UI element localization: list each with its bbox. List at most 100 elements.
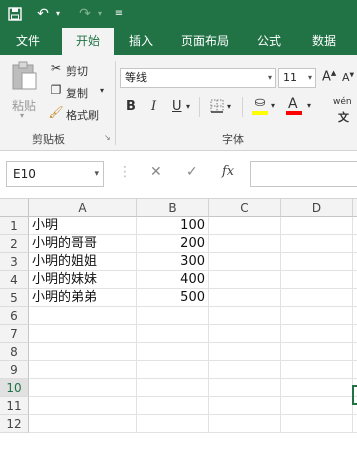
insert-function-button[interactable]: fx	[222, 164, 234, 179]
row-header[interactable]: 9	[0, 361, 29, 379]
cell-e[interactable]	[353, 361, 357, 379]
cell-e[interactable]	[353, 289, 357, 307]
cell-c[interactable]	[209, 415, 281, 433]
clipboard-launcher-icon[interactable]: ↘	[104, 133, 111, 142]
column-header-d[interactable]: D	[281, 199, 353, 217]
cell-a[interactable]	[29, 361, 137, 379]
cell-c[interactable]	[209, 235, 281, 253]
redo-icon[interactable]: ↷	[76, 3, 94, 25]
cell-c[interactable]	[209, 217, 281, 235]
cell-d[interactable]	[281, 307, 353, 325]
select-all-button[interactable]	[0, 199, 29, 217]
cancel-button[interactable]: ✕	[150, 164, 162, 180]
cell-d[interactable]	[281, 343, 353, 361]
column-header-b[interactable]: B	[137, 199, 209, 217]
tab-home[interactable]: 开始	[62, 28, 114, 55]
cell-e[interactable]	[353, 307, 357, 325]
cell-b[interactable]: 300	[137, 253, 209, 271]
cell-c[interactable]	[209, 271, 281, 289]
cell-a[interactable]: 小明	[29, 217, 137, 235]
formula-input[interactable]	[250, 161, 357, 187]
cell-b[interactable]: 100	[137, 217, 209, 235]
tab-page-layout[interactable]: 页面布局	[172, 28, 238, 55]
cell-d[interactable]	[281, 217, 353, 235]
column-header-c[interactable]: C	[209, 199, 281, 217]
cell-e[interactable]	[353, 253, 357, 271]
cell-b[interactable]	[137, 361, 209, 379]
cell-d[interactable]	[281, 415, 353, 433]
cell-d[interactable]	[281, 325, 353, 343]
cell-e[interactable]	[353, 325, 357, 343]
underline-button[interactable]: U	[172, 99, 182, 114]
cell-d[interactable]	[281, 361, 353, 379]
row-header[interactable]: 6	[0, 307, 29, 325]
tab-formulas[interactable]: 公式	[246, 28, 292, 55]
undo-icon[interactable]: ↶	[34, 3, 52, 25]
cell-e[interactable]	[353, 343, 357, 361]
customize-icon[interactable]: ≡	[112, 3, 126, 25]
cell-a[interactable]	[29, 379, 137, 397]
cell-b[interactable]	[137, 343, 209, 361]
cell-c[interactable]	[209, 325, 281, 343]
redo-dropdown-icon[interactable]: ▾	[95, 3, 105, 25]
row-header[interactable]: 10	[0, 379, 29, 397]
cell-c[interactable]	[209, 343, 281, 361]
cell-c[interactable]	[209, 253, 281, 271]
cell-b[interactable]	[137, 397, 209, 415]
row-header[interactable]: 4	[0, 271, 29, 289]
tab-file[interactable]: 文件	[4, 28, 52, 55]
cell-c[interactable]	[209, 379, 281, 397]
row-header[interactable]: 1	[0, 217, 29, 235]
cell-e[interactable]	[353, 217, 357, 235]
italic-button[interactable]: I	[151, 99, 156, 114]
cell-a[interactable]	[29, 397, 137, 415]
cell-a[interactable]: 小明的哥哥	[29, 235, 137, 253]
row-header[interactable]: 5	[0, 289, 29, 307]
name-box[interactable]: E10 ▾	[6, 161, 104, 187]
font-size-select[interactable]: 11 ▾	[278, 68, 316, 88]
cell-b[interactable]	[137, 379, 209, 397]
cell-c[interactable]	[209, 397, 281, 415]
cut-button[interactable]: ✂ 剪切	[48, 61, 98, 79]
copy-button[interactable]: ❐ 复制 ▾	[48, 83, 110, 101]
enter-button[interactable]: ✓	[186, 164, 198, 180]
column-header-a[interactable]: A	[29, 199, 137, 217]
row-header[interactable]: 12	[0, 415, 29, 433]
row-header[interactable]: 8	[0, 343, 29, 361]
cell-b[interactable]: 200	[137, 235, 209, 253]
cell-b[interactable]: 400	[137, 271, 209, 289]
row-header[interactable]: 7	[0, 325, 29, 343]
row-header[interactable]: 11	[0, 397, 29, 415]
cell-a[interactable]	[29, 415, 137, 433]
cell-e[interactable]	[353, 235, 357, 253]
cell-c[interactable]	[209, 361, 281, 379]
tab-insert[interactable]: 插入	[118, 28, 164, 55]
cell-a[interactable]	[29, 343, 137, 361]
cell-b[interactable]: 500	[137, 289, 209, 307]
row-header[interactable]: 2	[0, 235, 29, 253]
cell-b[interactable]	[137, 307, 209, 325]
cell-e[interactable]	[353, 271, 357, 289]
font-name-select[interactable]: 等线 ▾	[120, 68, 276, 88]
cell-b[interactable]	[137, 325, 209, 343]
cell-d[interactable]	[281, 379, 353, 397]
format-painter-button[interactable]: 🖌 格式刷	[48, 105, 108, 123]
cell-d[interactable]	[281, 271, 353, 289]
cell-a[interactable]	[29, 307, 137, 325]
cell-a[interactable]	[29, 325, 137, 343]
borders-button[interactable]: ▾	[210, 99, 236, 115]
cell-d[interactable]	[281, 397, 353, 415]
tab-data[interactable]: 数据	[298, 28, 350, 55]
cell-b[interactable]	[137, 415, 209, 433]
font-color-button[interactable]: A ▾	[286, 95, 316, 117]
cell-a[interactable]: 小明的姐姐	[29, 253, 137, 271]
bold-button[interactable]: B	[126, 99, 136, 114]
cell-d[interactable]	[281, 253, 353, 271]
undo-dropdown-icon[interactable]: ▾	[53, 3, 63, 25]
underline-dropdown-icon[interactable]: ▾	[186, 102, 190, 111]
column-header-e[interactable]	[353, 199, 357, 217]
phonetic-guide-button[interactable]: wén	[333, 97, 352, 107]
row-header[interactable]: 3	[0, 253, 29, 271]
shrink-font-button[interactable]: A▼	[342, 71, 354, 84]
paste-button[interactable]: 粘贴 ▾	[6, 61, 42, 121]
